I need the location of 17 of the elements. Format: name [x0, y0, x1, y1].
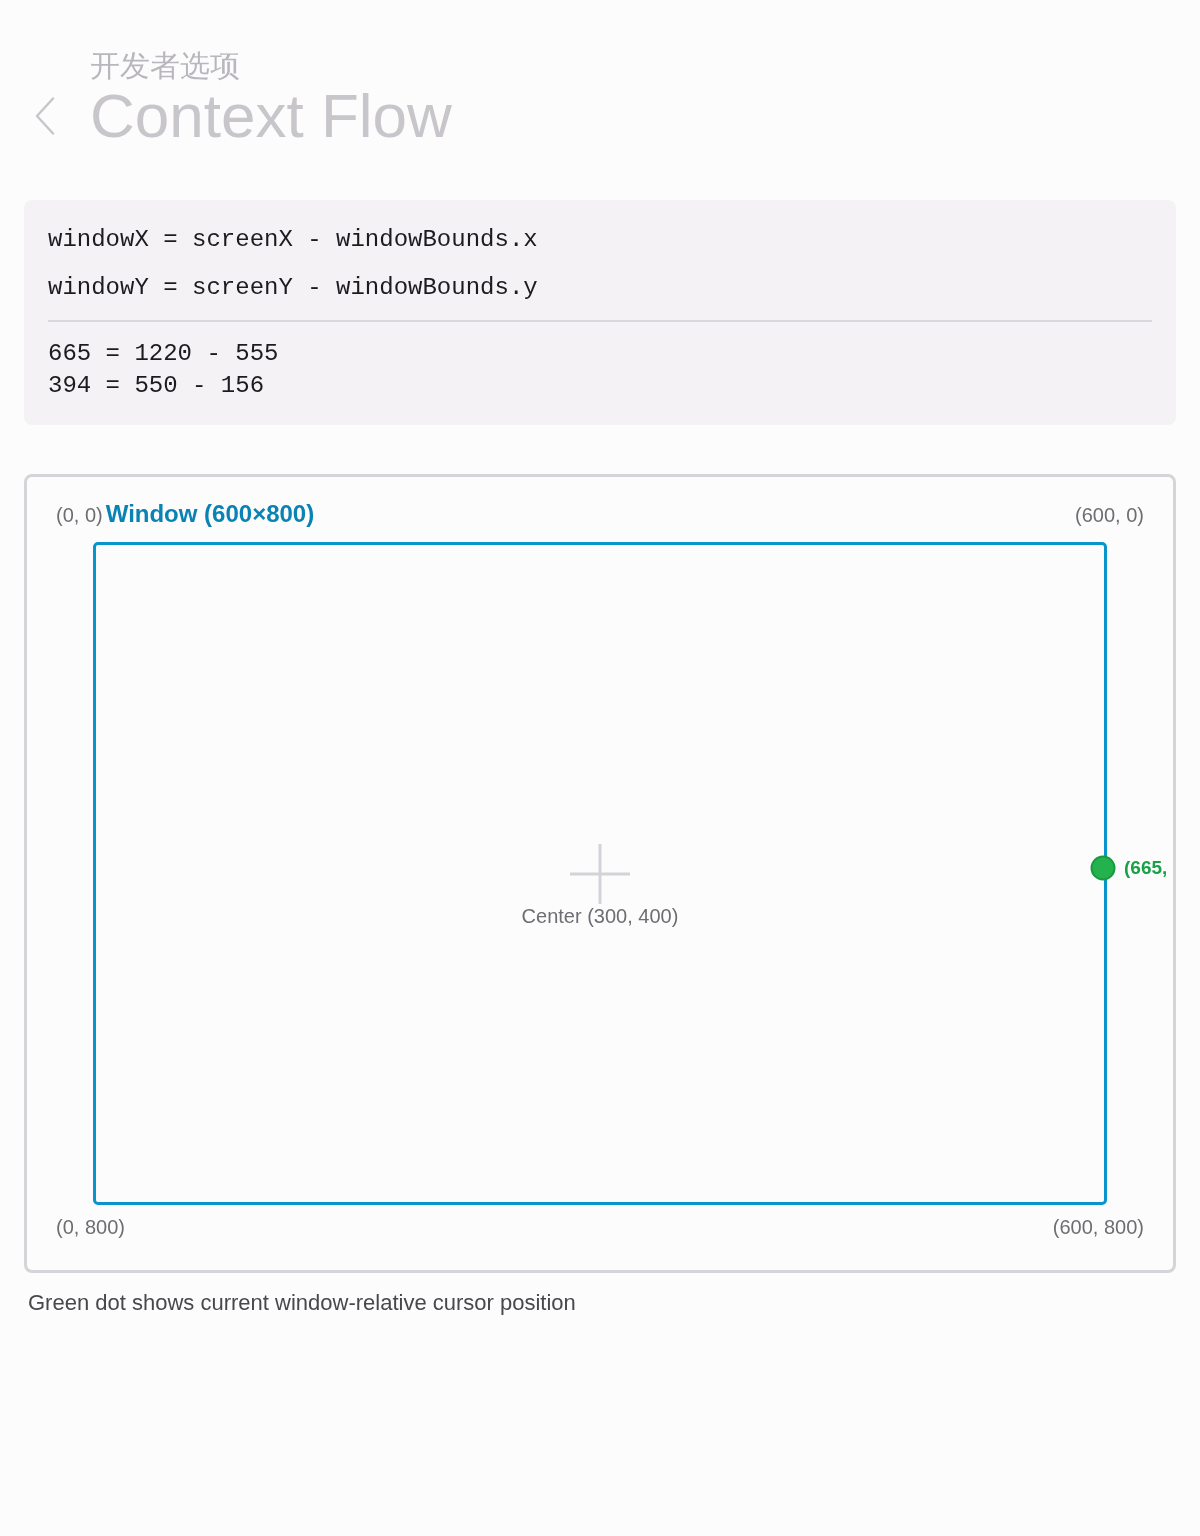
chevron-left-icon [35, 97, 55, 135]
cursor-label: (665, [1124, 856, 1168, 881]
back-button[interactable] [35, 97, 55, 135]
cursor-dot-icon [1090, 855, 1116, 882]
parent-title: 开发者选项 [90, 49, 241, 85]
computed-line: 394 = 550 - 156 [48, 371, 266, 401]
corner-label: (0, 800) [56, 1215, 125, 1239]
corner-label: (600, 800) [1052, 1215, 1144, 1239]
formula-line: windowY = screenY - windowBounds.y [48, 273, 539, 303]
computed-line: 665 = 1220 - 555 [48, 339, 280, 369]
crosshair-icon [570, 843, 630, 904]
window-label: Window (600×800) [105, 499, 315, 529]
corner-label: (600, 0) [1075, 503, 1144, 527]
center-label: Center (300, 400) [521, 904, 679, 927]
caption: Green dot shows current window-relative cursor position [28, 1290, 577, 1316]
corner-label: (0, 0) [56, 503, 103, 527]
formula-line: windowX = screenX - windowBounds.x [48, 225, 539, 255]
